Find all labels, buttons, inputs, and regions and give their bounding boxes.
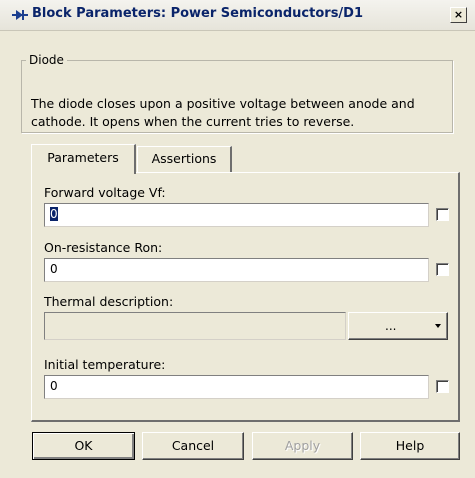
chevron-down-icon <box>435 324 441 328</box>
forward-voltage-value: 0 <box>50 207 58 221</box>
initial-temperature-checkbox[interactable] <box>436 380 449 393</box>
on-resistance-checkbox[interactable] <box>436 263 449 276</box>
thermal-description-input <box>44 312 346 340</box>
tab-parameters[interactable]: Parameters <box>31 144 136 174</box>
ok-button[interactable]: OK <box>32 432 135 460</box>
window-title: Block Parameters: Power Semiconductors/D… <box>32 6 364 21</box>
on-resistance-value: 0 <box>50 262 58 276</box>
tab-parameters-label: Parameters <box>47 150 119 165</box>
thermal-description-label: Thermal description: <box>44 294 174 309</box>
description-line-1: The diode closes upon a positive voltage… <box>31 96 415 111</box>
forward-voltage-checkbox[interactable] <box>436 208 449 221</box>
forward-voltage-input[interactable]: 0 <box>44 203 429 227</box>
tab-assertions[interactable]: Assertions <box>137 146 232 172</box>
description-line-2: cathode. It opens when the current tries… <box>31 114 355 129</box>
cancel-button-label: Cancel <box>171 438 215 453</box>
initial-temperature-input[interactable]: 0 <box>44 375 429 399</box>
apply-button[interactable]: Apply <box>252 432 353 460</box>
cancel-button[interactable]: Cancel <box>142 432 244 460</box>
on-resistance-input[interactable]: 0 <box>44 258 429 282</box>
group-legend: Diode <box>29 53 64 67</box>
tab-assertions-label: Assertions <box>151 151 217 166</box>
help-button-label: Help <box>395 438 425 453</box>
ok-button-label: OK <box>74 438 93 453</box>
forward-voltage-label: Forward voltage Vf: <box>44 185 166 200</box>
initial-temperature-value: 0 <box>50 379 58 393</box>
initial-temperature-label: Initial temperature: <box>44 357 166 372</box>
thermal-description-dropdown[interactable]: ... <box>348 312 448 340</box>
close-button[interactable]: × <box>450 7 467 23</box>
description-text: The diode closes upon a positive voltage… <box>31 95 449 131</box>
on-resistance-label: On-resistance Ron: <box>44 240 163 255</box>
block-diagram-icon <box>12 10 28 20</box>
apply-button-label: Apply <box>284 438 321 453</box>
close-icon: × <box>453 8 464 21</box>
help-button[interactable]: Help <box>360 432 460 460</box>
diode-description-group: Diode The diode closes upon a positive v… <box>21 53 453 133</box>
thermal-description-combo-value: ... <box>385 319 397 333</box>
title-bar: Block Parameters: Power Semiconductors/D… <box>0 0 475 31</box>
